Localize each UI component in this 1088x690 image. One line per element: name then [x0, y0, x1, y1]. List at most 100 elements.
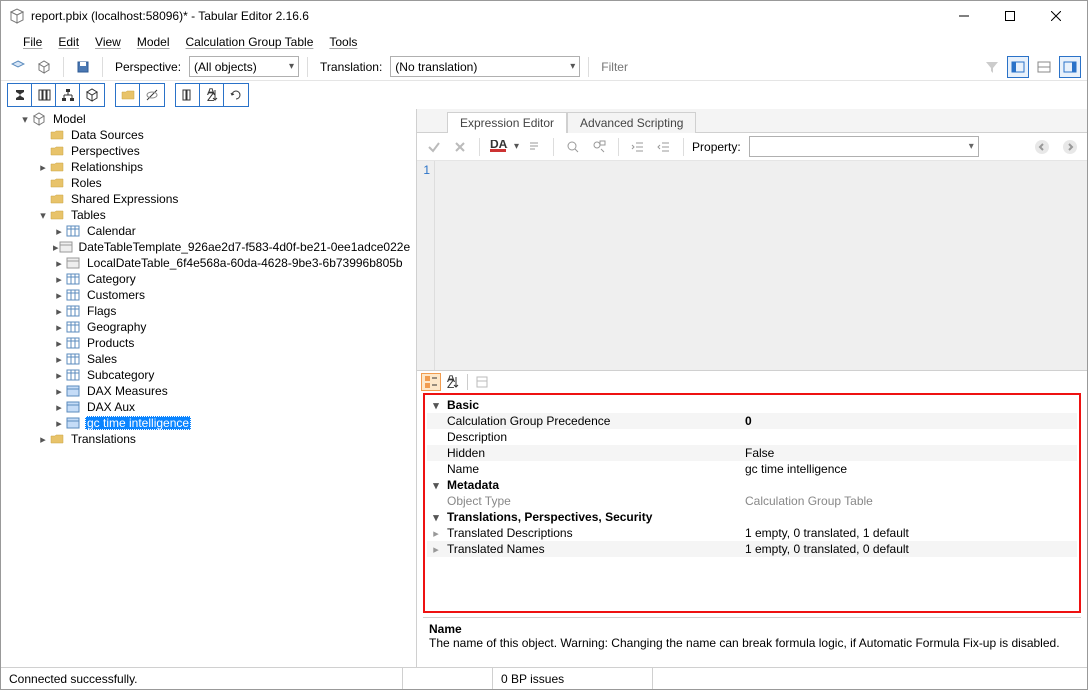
- tree-table-item[interactable]: ▸Customers: [1, 287, 416, 303]
- cancel-icon[interactable]: [449, 136, 471, 158]
- property-grid[interactable]: ▾Basic Calculation Group Precedence0 Des…: [423, 393, 1081, 613]
- dax-format-icon[interactable]: DAX: [488, 136, 510, 158]
- expression-editor[interactable]: 1: [417, 161, 1087, 371]
- columns-icon[interactable]: [32, 84, 56, 106]
- comment-icon[interactable]: [523, 136, 545, 158]
- categorized-icon[interactable]: [421, 373, 441, 391]
- tree-table-item[interactable]: ▸Sales: [1, 351, 416, 367]
- menu-model[interactable]: Model: [129, 33, 178, 51]
- tree-sharedexpr[interactable]: Shared Expressions: [1, 191, 416, 207]
- prop-tdesc-label: Translated Descriptions: [445, 526, 745, 540]
- tree-table-item[interactable]: ▸Geography: [1, 319, 416, 335]
- titlebar: report.pbix (localhost:58096)* - Tabular…: [1, 1, 1087, 31]
- model-icon: [31, 112, 47, 126]
- prop-name-value[interactable]: gc time intelligence: [745, 462, 1077, 476]
- sort-toggle-group: AZ: [175, 83, 249, 107]
- main-toolbar: Perspective: (All objects) ▾ Translation…: [1, 53, 1087, 81]
- view-mode-2-icon[interactable]: [1033, 56, 1055, 78]
- expander-icon[interactable]: ▸: [427, 527, 445, 540]
- sort-az-icon[interactable]: AZ: [200, 84, 224, 106]
- tree-table-item[interactable]: ▸Products: [1, 335, 416, 351]
- connect-icon[interactable]: [7, 56, 29, 78]
- status-bp[interactable]: 0 BP issues: [493, 668, 653, 689]
- prop-cgp-label: Calculation Group Precedence: [445, 414, 745, 428]
- translation-label: Translation:: [320, 60, 382, 74]
- menu-calcgroup[interactable]: Calculation Group Table: [178, 33, 322, 51]
- property-combo[interactable]: ▾: [749, 136, 979, 157]
- prop-name-label: Name: [445, 462, 745, 476]
- menu-edit[interactable]: Edit: [50, 33, 87, 51]
- tree-relationships[interactable]: ▸Relationships: [1, 159, 416, 175]
- tree-table-item[interactable]: ▸Calendar: [1, 223, 416, 239]
- hierarchy-icon[interactable]: [56, 84, 80, 106]
- nav-forward-icon[interactable]: [1059, 136, 1081, 158]
- model-tree[interactable]: ▾ Model Data Sources Perspectives ▸Relat…: [1, 109, 416, 667]
- indent-icon[interactable]: [627, 136, 649, 158]
- sigma-icon[interactable]: [8, 84, 32, 106]
- tree-table-item[interactable]: ▸DAX Measures: [1, 383, 416, 399]
- tree-table-item[interactable]: ▸Flags: [1, 303, 416, 319]
- expander-icon[interactable]: ▾: [427, 511, 445, 524]
- hidden-toggle-icon[interactable]: [140, 84, 164, 106]
- expander-icon[interactable]: ▾: [19, 113, 31, 126]
- expander-icon[interactable]: ▾: [427, 479, 445, 492]
- tree-table-item[interactable]: ▸DAX Aux: [1, 399, 416, 415]
- maximize-button[interactable]: [987, 2, 1033, 30]
- prop-desc-label: Description: [445, 430, 745, 444]
- prop-tname-value[interactable]: 1 empty, 0 translated, 0 default: [745, 542, 1077, 556]
- tree-root[interactable]: ▾ Model: [1, 111, 416, 127]
- prop-tdesc-value[interactable]: 1 empty, 0 translated, 1 default: [745, 526, 1077, 540]
- menubar: File Edit View Model Calculation Group T…: [1, 31, 1087, 53]
- alphabetical-icon[interactable]: AZ: [443, 373, 463, 391]
- accept-icon[interactable]: [423, 136, 445, 158]
- perspective-combo[interactable]: (All objects) ▾: [189, 56, 299, 77]
- filter-input[interactable]: [601, 57, 977, 77]
- tree-table-item[interactable]: ▸DateTableTemplate_926ae2d7-f583-4d0f-be…: [1, 239, 416, 255]
- tree-table-item-selected[interactable]: ▸gc time intelligence: [1, 415, 416, 431]
- tree-table-item[interactable]: ▸Category: [1, 271, 416, 287]
- cube-icon[interactable]: [80, 84, 104, 106]
- open-icon[interactable]: [33, 56, 55, 78]
- tree-roles[interactable]: Roles: [1, 175, 416, 191]
- sort-columns-icon[interactable]: [176, 84, 200, 106]
- view-mode-1-icon[interactable]: [1007, 56, 1029, 78]
- perspective-label: Perspective:: [115, 60, 181, 74]
- editor-surface[interactable]: [435, 161, 1087, 370]
- translation-value: (No translation): [395, 60, 477, 74]
- node-label: Model: [51, 112, 88, 126]
- property-help: Name The name of this object. Warning: C…: [423, 617, 1081, 663]
- tab-expression[interactable]: Expression Editor: [447, 112, 567, 133]
- replace-icon[interactable]: [588, 136, 610, 158]
- tree-table-item[interactable]: ▸LocalDateTable_6f4e568a-60da-4628-9be3-…: [1, 255, 416, 271]
- tree-table-item[interactable]: ▸Subcategory: [1, 367, 416, 383]
- tree-tables[interactable]: ▾Tables: [1, 207, 416, 223]
- property-pages-icon[interactable]: [472, 373, 492, 391]
- tree-perspectives[interactable]: Perspectives: [1, 143, 416, 159]
- tab-scripting[interactable]: Advanced Scripting: [567, 112, 696, 133]
- menu-file[interactable]: File: [15, 33, 50, 51]
- minimize-button[interactable]: [941, 2, 987, 30]
- property-label: Property:: [692, 140, 741, 154]
- chevron-down-icon[interactable]: ▾: [514, 141, 519, 152]
- tree-pane: ▾ Model Data Sources Perspectives ▸Relat…: [1, 109, 417, 667]
- prop-cgp-value[interactable]: 0: [745, 414, 1077, 428]
- nav-back-icon[interactable]: [1031, 136, 1053, 158]
- tree-datasources[interactable]: Data Sources: [1, 127, 416, 143]
- expander-icon[interactable]: ▾: [427, 399, 445, 412]
- prop-hidden-label: Hidden: [445, 446, 745, 460]
- find-icon[interactable]: [562, 136, 584, 158]
- close-button[interactable]: [1033, 2, 1079, 30]
- view-mode-3-icon[interactable]: [1059, 56, 1081, 78]
- chevron-down-icon: ▾: [969, 141, 974, 152]
- folder-toggle-icon[interactable]: [116, 84, 140, 106]
- translation-combo[interactable]: (No translation) ▾: [390, 56, 580, 77]
- filter-icon[interactable]: [981, 56, 1003, 78]
- menu-tools[interactable]: Tools: [321, 33, 365, 51]
- prop-hidden-value[interactable]: False: [745, 446, 1077, 460]
- menu-view[interactable]: View: [87, 33, 129, 51]
- tree-translations[interactable]: ▸Translations: [1, 431, 416, 447]
- expander-icon[interactable]: ▸: [427, 543, 445, 556]
- outdent-icon[interactable]: [653, 136, 675, 158]
- save-icon[interactable]: [72, 56, 94, 78]
- refresh-icon[interactable]: [224, 84, 248, 106]
